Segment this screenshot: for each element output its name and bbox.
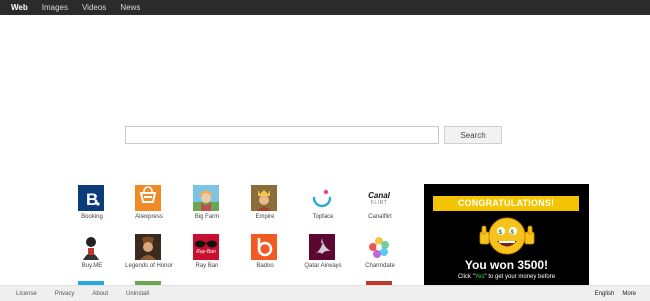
ad-sub-yes: Yes — [474, 274, 485, 280]
charmdate-icon — [366, 234, 392, 260]
badoo-icon — [251, 234, 277, 260]
ad-banner[interactable]: CONGRATULATIONS! $ $ You won 3500! Click… — [424, 184, 589, 288]
tile-canalflirt[interactable]: Canal FLIRT Canalflirt — [350, 185, 410, 233]
tile-label: Charmdate — [365, 263, 395, 269]
booking-icon: B — [78, 185, 104, 211]
nav-news[interactable]: News — [120, 0, 140, 15]
footer-right: English More — [587, 286, 636, 301]
tile-badoo[interactable]: Badoo — [235, 234, 295, 282]
tile-qatar-airways[interactable]: Qatar Airways — [293, 234, 353, 282]
ad-sub-suffix: " to get your money before — [484, 274, 556, 280]
buyme-icon — [78, 234, 104, 260]
top-bar: Web Images Videos News — [0, 0, 650, 15]
big-farm-icon — [193, 185, 219, 211]
footer-license-link[interactable]: License — [16, 291, 37, 297]
ad-sub-prefix: Click " — [457, 274, 475, 280]
ray-ban-logo-text: Ray-Ban — [196, 248, 216, 255]
more-link[interactable]: More — [622, 291, 636, 297]
sunglasses-icon — [195, 240, 217, 247]
top-nav: Web Images Videos News — [4, 0, 147, 15]
canalflirt-logo-text: Canal — [368, 190, 390, 200]
tile-ray-ban[interactable]: Ray-Ban Ray Ban — [177, 234, 237, 282]
ad-subtext: Click "Yes" to get your money before — [424, 274, 589, 280]
canalflirt-logo-sub: FLIRT — [370, 199, 388, 206]
empire-icon — [251, 185, 277, 211]
tile-aliexpress[interactable]: Aliexpress — [119, 185, 179, 233]
tile-topface[interactable]: Topface — [293, 185, 353, 233]
footer-about-link[interactable]: About — [92, 291, 108, 297]
nav-web[interactable]: Web — [11, 0, 28, 15]
search-input[interactable] — [125, 126, 439, 144]
tile-label: Canalflirt — [368, 214, 392, 220]
tile-big-farm[interactable]: Big Farm — [177, 185, 237, 233]
ad-congratulations-banner: CONGRATULATIONS! — [433, 196, 579, 211]
language-selector[interactable]: English — [595, 291, 615, 297]
tile-empire[interactable]: Empire — [235, 185, 295, 233]
ray-ban-icon: Ray-Ban — [193, 234, 219, 260]
tile-charmdate[interactable]: Charmdate — [350, 234, 410, 282]
footer-uninstall-link[interactable]: Uninstall — [126, 291, 149, 297]
qatar-airways-icon — [309, 234, 335, 260]
legends-of-honor-icon — [135, 234, 161, 260]
footer-privacy-link[interactable]: Privacy — [55, 291, 75, 297]
tile-buyme[interactable]: Buy.ME — [62, 234, 122, 282]
topface-icon — [309, 185, 335, 211]
smiley-thumbs-up-icon: $ $ — [479, 217, 535, 255]
footer-links: License Privacy About Uninstall — [16, 286, 167, 301]
search-button[interactable]: Search — [444, 126, 502, 144]
footer: License Privacy About Uninstall English … — [0, 285, 650, 301]
nav-images[interactable]: Images — [42, 0, 68, 15]
tile-booking[interactable]: B Booking — [62, 185, 122, 233]
ad-headline: You won 3500! — [464, 258, 549, 272]
svg-text:B: B — [86, 190, 98, 209]
canalflirt-icon: Canal FLIRT — [362, 185, 396, 211]
aliexpress-icon — [135, 185, 161, 211]
tile-legends-of-honor[interactable]: Legends of Honor — [119, 234, 179, 282]
nav-videos[interactable]: Videos — [82, 0, 106, 15]
